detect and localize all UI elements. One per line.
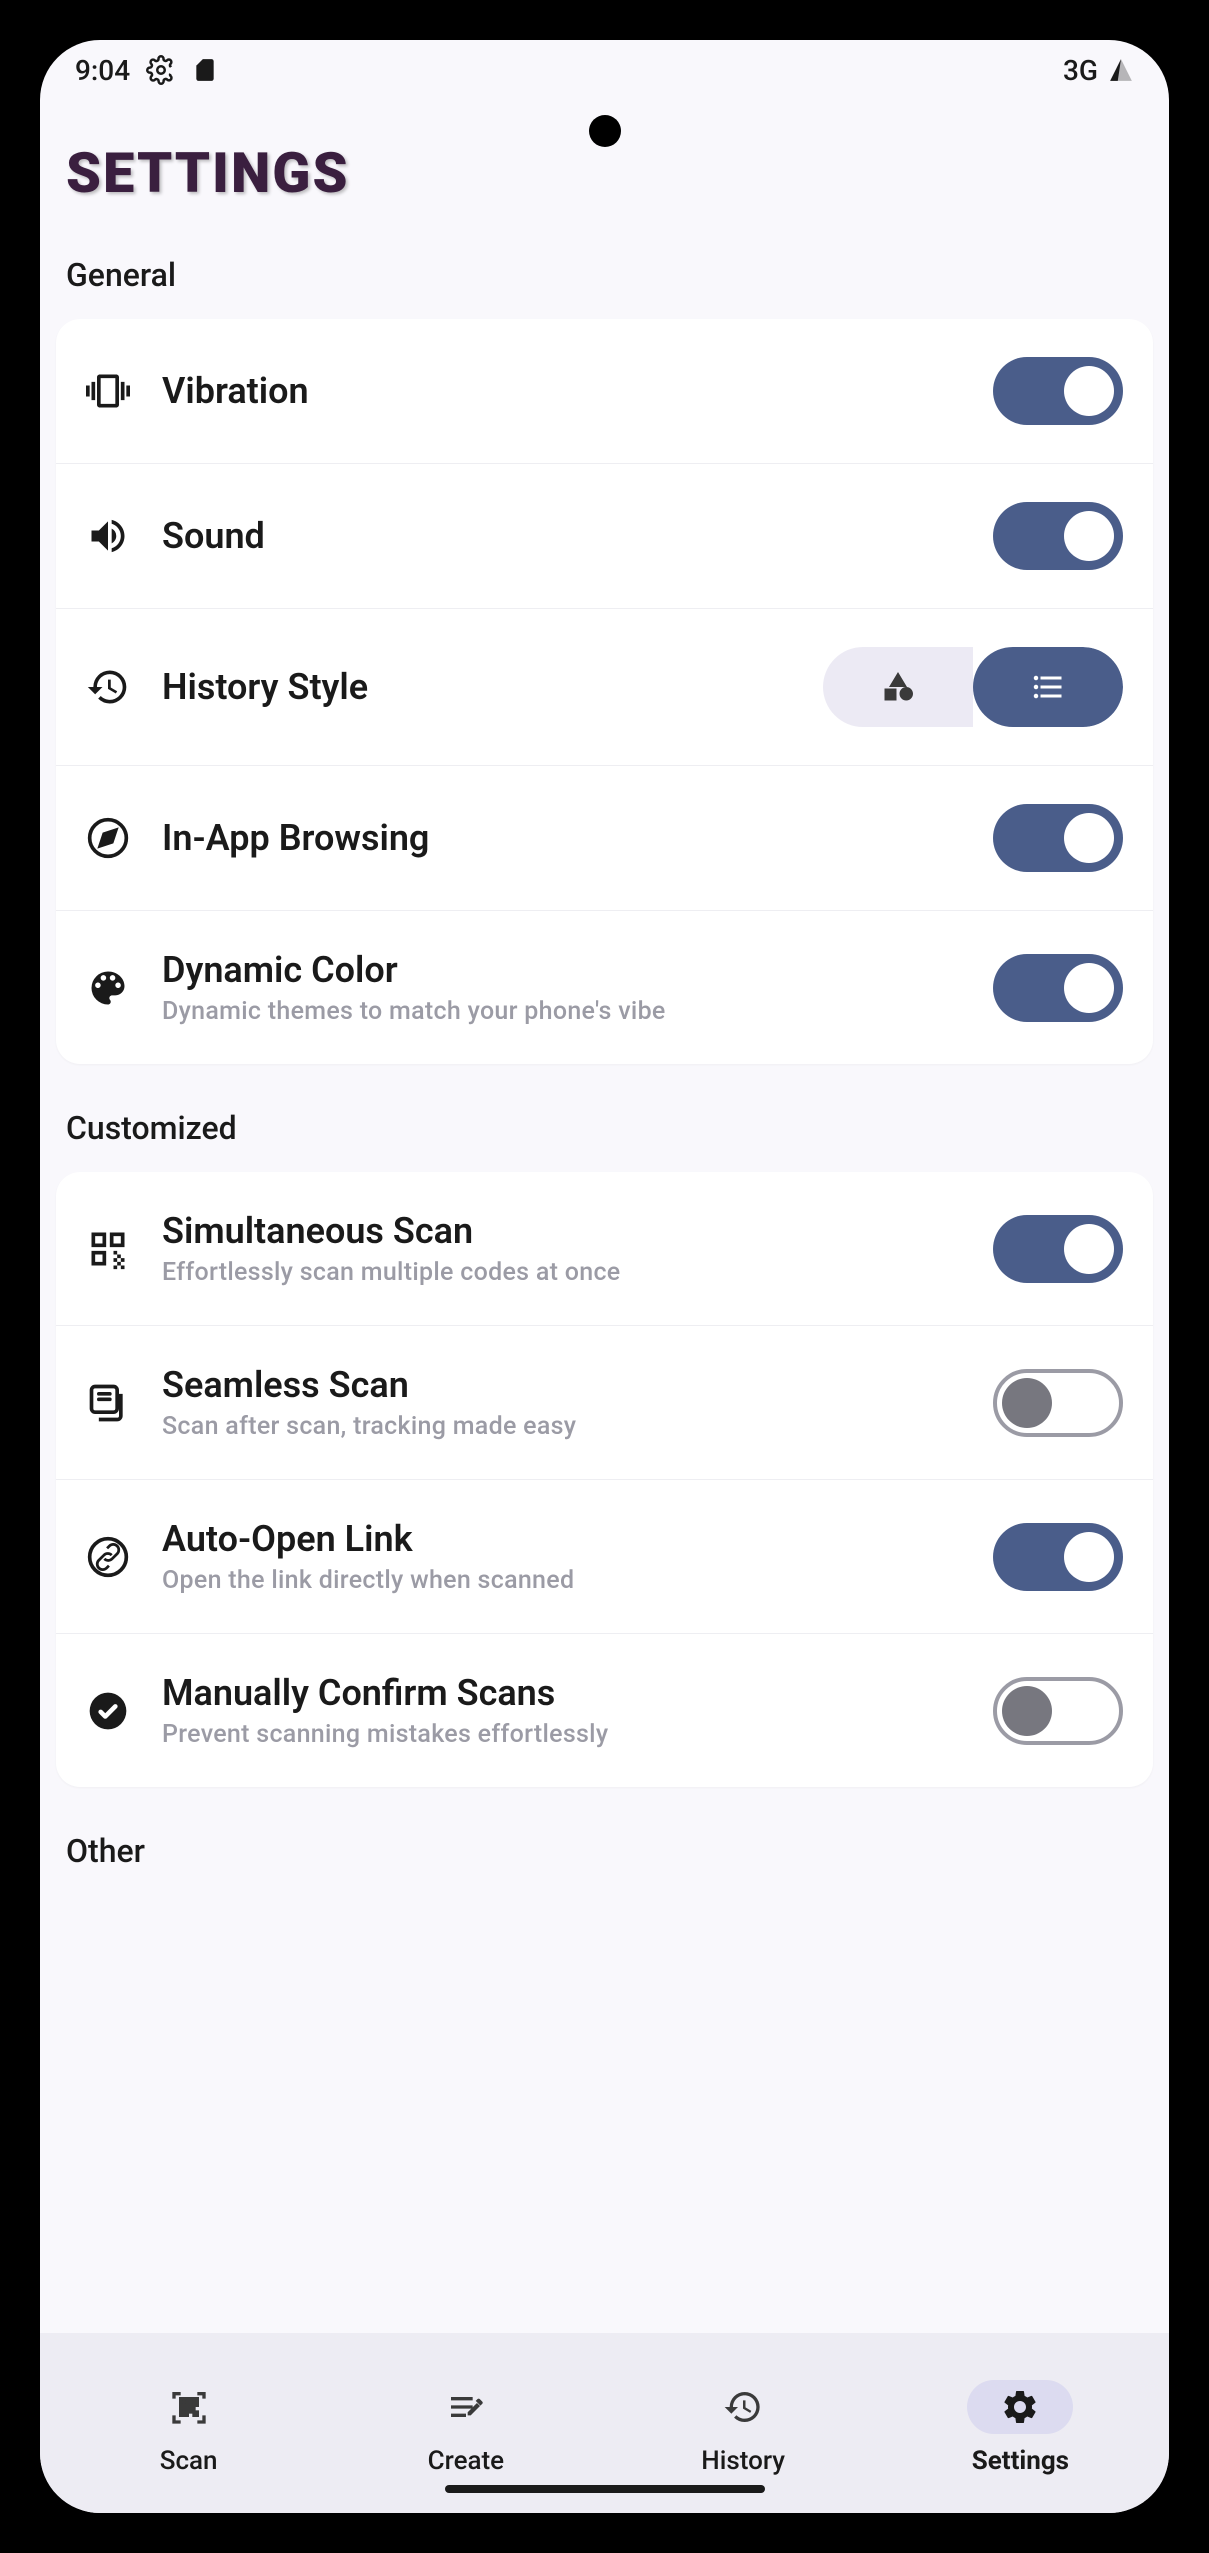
in-app-browsing-toggle[interactable] bbox=[993, 804, 1123, 872]
dynamic-color-sub: Dynamic themes to match your phone's vib… bbox=[162, 997, 961, 1026]
manually-confirm-toggle[interactable] bbox=[993, 1677, 1123, 1745]
vibration-toggle[interactable] bbox=[993, 357, 1123, 425]
section-other-label: Other bbox=[66, 1832, 1153, 1870]
seamless-scan-toggle[interactable] bbox=[993, 1369, 1123, 1437]
gear-status-icon bbox=[146, 55, 176, 85]
simultaneous-scan-toggle[interactable] bbox=[993, 1215, 1123, 1283]
check-circle-icon bbox=[86, 1689, 130, 1733]
status-time: 9:04 bbox=[75, 54, 130, 87]
nav-history[interactable]: History bbox=[605, 2353, 882, 2503]
vibration-icon bbox=[86, 369, 130, 413]
network-label: 3G bbox=[1063, 54, 1098, 87]
sd-card-icon bbox=[192, 55, 218, 85]
history-nav-icon bbox=[723, 2387, 763, 2427]
home-indicator[interactable] bbox=[445, 2485, 765, 2493]
phone-frame: 9:04 3G SETTINGS General bbox=[15, 15, 1194, 2538]
scan-icon bbox=[169, 2387, 209, 2427]
nav-history-label: History bbox=[701, 2446, 785, 2476]
simultaneous-scan-sub: Effortlessly scan multiple codes at once bbox=[162, 1258, 961, 1287]
row-manually-confirm[interactable]: Manually Confirm Scans Prevent scanning … bbox=[56, 1634, 1153, 1787]
link-icon bbox=[86, 1535, 130, 1579]
camera-notch bbox=[589, 115, 621, 147]
auto-open-link-label: Auto-Open Link bbox=[162, 1518, 961, 1560]
nav-scan-label: Scan bbox=[160, 2446, 218, 2476]
simultaneous-scan-label: Simultaneous Scan bbox=[162, 1210, 961, 1252]
stack-icon bbox=[86, 1381, 130, 1425]
section-general-label: General bbox=[66, 256, 1153, 294]
seamless-scan-sub: Scan after scan, tracking made easy bbox=[162, 1412, 961, 1441]
sound-label: Sound bbox=[162, 515, 961, 557]
auto-open-link-toggle[interactable] bbox=[993, 1523, 1123, 1591]
row-simultaneous-scan[interactable]: Simultaneous Scan Effortlessly scan mult… bbox=[56, 1172, 1153, 1326]
auto-open-link-sub: Open the link directly when scanned bbox=[162, 1566, 961, 1595]
row-vibration[interactable]: Vibration bbox=[56, 319, 1153, 464]
qr-multi-icon bbox=[86, 1227, 130, 1271]
seamless-scan-label: Seamless Scan bbox=[162, 1364, 961, 1406]
vibration-label: Vibration bbox=[162, 370, 961, 412]
history-style-label: History Style bbox=[162, 666, 791, 708]
nav-scan[interactable]: Scan bbox=[50, 2353, 327, 2503]
dynamic-color-toggle[interactable] bbox=[993, 954, 1123, 1022]
compass-icon bbox=[86, 816, 130, 860]
status-bar: 9:04 3G bbox=[40, 40, 1169, 100]
row-dynamic-color[interactable]: Dynamic Color Dynamic themes to match yo… bbox=[56, 911, 1153, 1064]
dynamic-color-label: Dynamic Color bbox=[162, 949, 961, 991]
nav-create-label: Create bbox=[428, 2446, 504, 2476]
history-style-list-option[interactable] bbox=[973, 647, 1123, 727]
section-customized-label: Customized bbox=[66, 1109, 1153, 1147]
row-auto-open-link[interactable]: Auto-Open Link Open the link directly wh… bbox=[56, 1480, 1153, 1634]
nav-settings[interactable]: Settings bbox=[882, 2353, 1159, 2503]
card-customized: Simultaneous Scan Effortlessly scan mult… bbox=[56, 1172, 1153, 1787]
page-title: SETTINGS bbox=[66, 140, 1153, 206]
row-sound[interactable]: Sound bbox=[56, 464, 1153, 609]
content-scroll[interactable]: SETTINGS General Vibration bbox=[40, 100, 1169, 2333]
nav-create[interactable]: Create bbox=[327, 2353, 604, 2503]
row-in-app-browsing[interactable]: In-App Browsing bbox=[56, 766, 1153, 911]
history-style-segmented bbox=[823, 647, 1123, 727]
settings-nav-icon bbox=[1000, 2387, 1040, 2427]
history-style-grid-option[interactable] bbox=[823, 647, 973, 727]
manually-confirm-sub: Prevent scanning mistakes effortlessly bbox=[162, 1720, 961, 1749]
nav-settings-label: Settings bbox=[972, 2446, 1069, 2476]
screen: 9:04 3G SETTINGS General bbox=[40, 40, 1169, 2513]
card-general: Vibration Sound bbox=[56, 319, 1153, 1064]
palette-icon bbox=[86, 966, 130, 1010]
create-icon bbox=[446, 2387, 486, 2427]
sound-icon bbox=[86, 514, 130, 558]
row-seamless-scan[interactable]: Seamless Scan Scan after scan, tracking … bbox=[56, 1326, 1153, 1480]
signal-icon bbox=[1108, 57, 1134, 83]
history-icon bbox=[86, 665, 130, 709]
manually-confirm-label: Manually Confirm Scans bbox=[162, 1672, 961, 1714]
in-app-browsing-label: In-App Browsing bbox=[162, 817, 961, 859]
row-history-style[interactable]: History Style bbox=[56, 609, 1153, 766]
sound-toggle[interactable] bbox=[993, 502, 1123, 570]
